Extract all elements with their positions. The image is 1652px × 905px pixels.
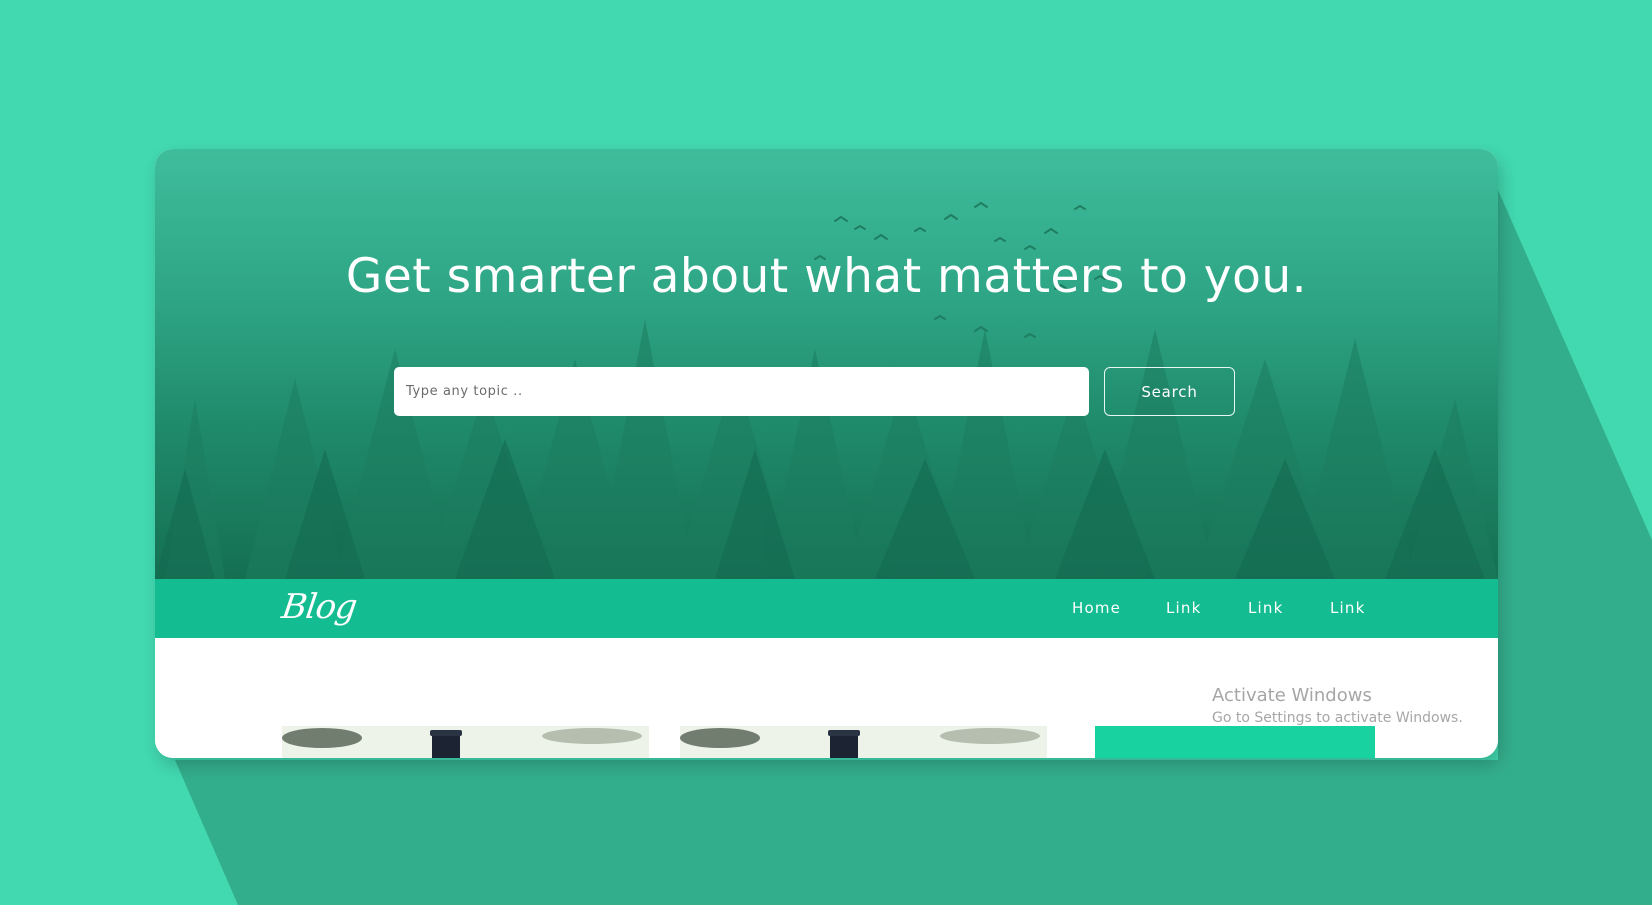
search-button[interactable]: Search [1104,367,1235,416]
bottle-image [680,726,1047,758]
hero-headline: Get smarter about what matters to you. [345,249,1308,304]
navbar: Blog Home Link Link Link [155,579,1498,638]
sidebar-widget [1095,726,1375,758]
forest-background-image [155,201,1498,579]
nav-link-2[interactable]: Link [1248,599,1284,617]
nav-link-1[interactable]: Link [1166,599,1202,617]
windows-activation-title: Activate Windows [1212,685,1372,706]
post-thumbnail[interactable] [680,726,1047,758]
page-card: Get smarter about what matters to you. S… [155,149,1498,758]
windows-activation-subtitle: Go to Settings to activate Windows. [1212,710,1463,726]
brand-logo[interactable]: Blog [279,587,359,627]
nav-link-3[interactable]: Link [1330,599,1366,617]
post-thumbnail[interactable] [282,726,649,758]
nav-link-home[interactable]: Home [1072,599,1121,617]
search-input[interactable] [394,367,1089,416]
bottle-image [282,726,649,758]
hero-section: Get smarter about what matters to you. S… [155,149,1498,579]
